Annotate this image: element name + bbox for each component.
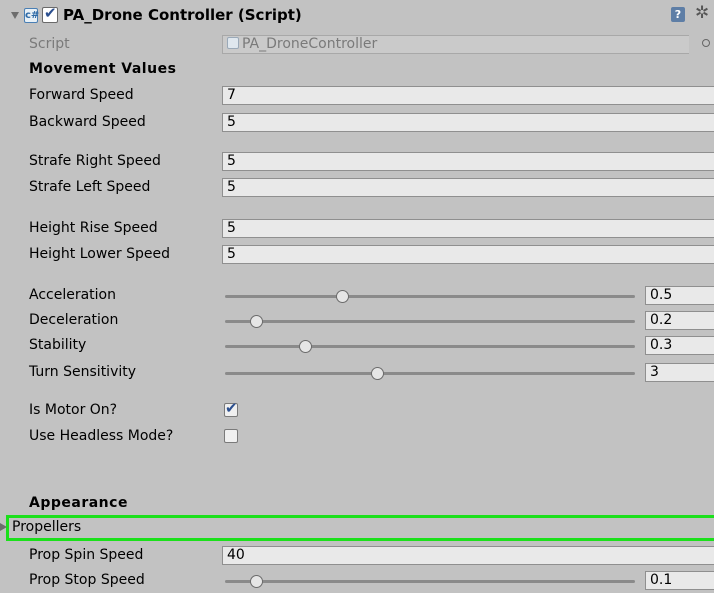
foldout-arrow-icon[interactable] (11, 12, 19, 19)
slider-row-acceleration: Acceleration 0.5 (0, 284, 714, 308)
stability-slider-track[interactable] (225, 345, 635, 348)
acceleration-input[interactable]: 0.5 (645, 286, 714, 305)
acceleration-slider-track[interactable] (225, 295, 635, 298)
help-book-icon[interactable]: ? (671, 7, 685, 22)
section-movement: Movement Values (0, 58, 714, 82)
field-row-height-lower-speed: Height Lower Speed 5 (0, 243, 714, 267)
script-asset-icon (227, 37, 239, 49)
strafe-left-speed-label: Strafe Left Speed (29, 179, 151, 195)
deceleration-slider-track[interactable] (225, 320, 635, 323)
prop-spin-speed-input[interactable]: 40 (222, 546, 714, 565)
section-movement-label: Movement Values (29, 61, 177, 77)
turn-sensitivity-input[interactable]: 3 (645, 363, 714, 382)
is-motor-on-checkbox[interactable]: ✔ (224, 399, 238, 417)
acceleration-slider-thumb[interactable] (335, 290, 349, 303)
height-lower-speed-input[interactable]: 5 (222, 245, 714, 264)
object-picker-icon (702, 39, 710, 47)
slider-row-prop-stop-speed: Prop Stop Speed 0.1 (0, 569, 714, 593)
gear-icon[interactable]: ✲ (695, 3, 709, 23)
foldout-closed-arrow-icon[interactable] (0, 523, 7, 531)
backward-speed-label: Backward Speed (29, 114, 146, 130)
height-lower-speed-label: Height Lower Speed (29, 246, 171, 262)
stability-slider-thumb[interactable] (298, 340, 312, 353)
turn-sensitivity-slider-track[interactable] (225, 372, 635, 375)
script-label: Script (29, 36, 70, 52)
strafe-right-speed-input[interactable]: 5 (222, 152, 714, 171)
backward-speed-input[interactable]: 5 (222, 113, 714, 132)
strafe-left-speed-input[interactable]: 5 (222, 178, 714, 197)
prop-stop-speed-label: Prop Stop Speed (29, 572, 145, 588)
field-row-height-rise-speed: Height Rise Speed 5 (0, 217, 714, 241)
script-row: Script PA_DroneController (0, 33, 714, 57)
forward-speed-label: Forward Speed (29, 87, 134, 103)
component-header: c# ✔ PA_Drone Controller (Script) ? ✲ (0, 0, 714, 30)
slider-row-stability: Stability 0.3 (0, 334, 714, 358)
csharp-script-icon: c# (24, 8, 40, 23)
field-row-backward-speed: Backward Speed 5 (0, 111, 714, 135)
slider-row-turn-sensitivity: Turn Sensitivity 3 (0, 361, 714, 385)
forward-speed-input[interactable]: 7 (222, 86, 714, 105)
field-row-prop-spin-speed: Prop Spin Speed 40 (0, 544, 714, 568)
is-motor-on-label: Is Motor On? (29, 402, 118, 418)
toggle-row-is-motor-on: Is Motor On? ✔ (0, 399, 714, 423)
stability-input[interactable]: 0.3 (645, 336, 714, 355)
prop-spin-speed-label: Prop Spin Speed (29, 547, 144, 563)
turn-sensitivity-slider-thumb[interactable] (370, 367, 384, 380)
section-appearance-label: Appearance (29, 495, 128, 511)
deceleration-slider-thumb[interactable] (249, 315, 263, 328)
checkmark-icon: ✔ (44, 4, 57, 22)
toggle-row-use-headless-mode: Use Headless Mode? (0, 425, 714, 449)
component-title: PA_Drone Controller (Script) (63, 6, 302, 24)
slider-row-deceleration: Deceleration 0.2 (0, 309, 714, 333)
script-object-field: PA_DroneController (222, 35, 689, 54)
deceleration-label: Deceleration (29, 312, 119, 328)
use-headless-mode-checkbox[interactable] (224, 429, 238, 443)
field-row-strafe-right-speed: Strafe Right Speed 5 (0, 150, 714, 174)
propellers-label[interactable]: Propellers (12, 519, 81, 535)
height-rise-speed-label: Height Rise Speed (29, 220, 158, 236)
field-row-strafe-left-speed: Strafe Left Speed 5 (0, 176, 714, 200)
acceleration-label: Acceleration (29, 287, 116, 303)
stability-label: Stability (29, 337, 87, 353)
prop-stop-speed-input[interactable]: 0.1 (645, 571, 714, 590)
script-value: PA_DroneController (242, 36, 378, 52)
propellers-foldout[interactable]: Propellers (0, 516, 714, 540)
strafe-right-speed-label: Strafe Right Speed (29, 153, 161, 169)
use-headless-mode-label: Use Headless Mode? (29, 428, 174, 444)
turn-sensitivity-label: Turn Sensitivity (29, 364, 137, 380)
section-appearance: Appearance (0, 492, 714, 516)
component-enabled-checkbox[interactable]: ✔ (42, 4, 58, 23)
field-row-forward-speed: Forward Speed 7 (0, 84, 714, 108)
deceleration-input[interactable]: 0.2 (645, 311, 714, 330)
checkmark-icon: ✔ (225, 399, 238, 417)
height-rise-speed-input[interactable]: 5 (222, 219, 714, 238)
